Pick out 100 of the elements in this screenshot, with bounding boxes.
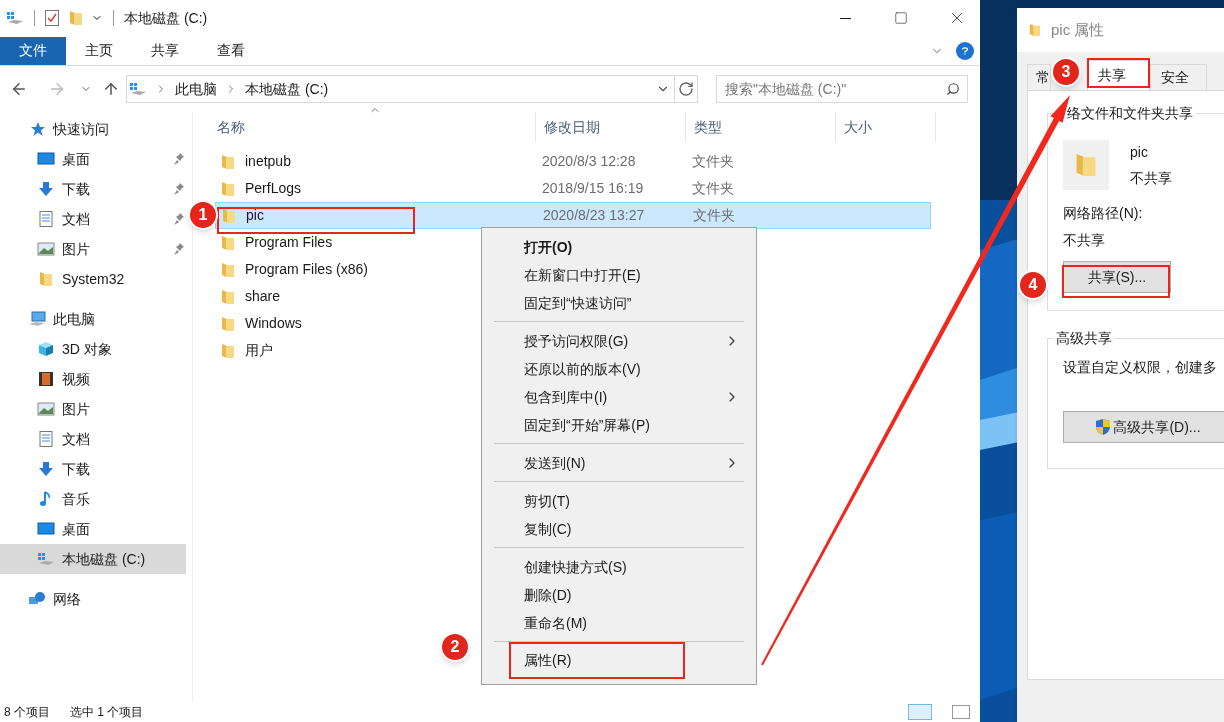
file-type: 文件夹 <box>691 152 735 171</box>
drive-icon <box>129 81 147 97</box>
shield-icon <box>1095 418 1112 436</box>
pin-icon <box>174 243 184 255</box>
folder-icon <box>221 153 235 170</box>
file-row[interactable]: pic 2020/8/23 13:27 文件夹 <box>215 202 931 229</box>
dialog-tab[interactable]: 常 <box>1027 64 1051 90</box>
share-button[interactable]: 共享(S)... <box>1063 261 1171 293</box>
sidebar-item[interactable]: 3D 对象 <box>0 334 186 364</box>
ribbon-tab[interactable]: 共享 <box>132 36 198 65</box>
file-name: Program Files <box>245 233 333 252</box>
sidebar-item[interactable]: 此电脑 <box>0 304 186 334</box>
menu-item[interactable]: 发送到(N) <box>494 449 744 477</box>
column-header[interactable]: 名称 <box>217 116 245 138</box>
folder-icon <box>221 234 235 251</box>
ribbon-tab[interactable]: 文件 <box>0 36 66 65</box>
column-header[interactable]: 修改日期 <box>544 116 600 138</box>
monitor-icon <box>37 151 55 167</box>
film-icon <box>37 371 55 387</box>
advanced-sharing-text: 设置自定义权限，创建多 <box>1063 358 1218 377</box>
menu-item[interactable]: 剪切(T) <box>494 487 744 515</box>
file-name: inetpub <box>245 152 291 171</box>
drive-icon <box>6 10 24 26</box>
sidebar-item[interactable]: 视频 <box>0 364 186 394</box>
folder-icon <box>1029 22 1041 38</box>
details-view-icon[interactable] <box>908 704 932 720</box>
search-icon[interactable] <box>946 82 960 96</box>
sidebar-item[interactable]: 下载 <box>0 174 186 204</box>
menu-item[interactable]: 属性(R) <box>494 642 744 679</box>
sidebar-item[interactable]: 网络 <box>0 584 186 614</box>
menu-item[interactable]: 在新窗口中打开(E) <box>494 261 744 289</box>
download-icon <box>37 461 55 477</box>
checklist-icon[interactable] <box>45 10 59 26</box>
document-icon <box>37 211 55 227</box>
breadcrumb[interactable]: 此电脑 <box>175 78 217 100</box>
folder-name: pic <box>1130 143 1149 162</box>
advanced-sharing-button[interactable]: 高级共享(D)... <box>1063 411 1224 443</box>
menu-item[interactable]: 包含到库中(I) <box>494 383 744 411</box>
menu-item[interactable]: 重命名(M) <box>494 609 744 637</box>
highlight-frame <box>1087 58 1150 88</box>
file-name: share <box>245 287 281 306</box>
tiles-view-icon[interactable] <box>952 705 970 719</box>
ribbon-tab[interactable]: 主页 <box>66 36 132 65</box>
breadcrumb[interactable]: 本地磁盘 (C:) <box>245 78 329 100</box>
dialog-tab[interactable]: 安全 <box>1150 64 1207 90</box>
help-icon[interactable] <box>956 41 974 60</box>
up-icon[interactable] <box>102 80 120 98</box>
status-text: 选中 1 个项目 <box>70 704 144 721</box>
file-name: Windows <box>245 314 302 333</box>
sidebar-item[interactable]: System32 <box>0 264 186 294</box>
menu-item[interactable]: 固定到“开始”屏幕(P) <box>494 411 744 439</box>
file-name: PerfLogs <box>245 179 302 198</box>
folder-icon <box>221 180 235 197</box>
sidebar-item[interactable]: 图片 <box>0 234 186 264</box>
sidebar-item[interactable]: 本地磁盘 (C:) <box>0 544 186 574</box>
menu-item[interactable]: 删除(D) <box>494 581 744 609</box>
group-title: 络文件和文件夹共享 <box>1064 103 1196 124</box>
menu-item[interactable]: 授予访问权限(G) <box>494 327 744 355</box>
file-row[interactable]: PerfLogs 2018/9/15 16:19 文件夹 <box>215 175 931 202</box>
forward-icon[interactable] <box>48 80 66 98</box>
folder-icon <box>221 342 235 359</box>
column-header[interactable]: 类型 <box>694 116 722 138</box>
menu-item[interactable]: 创建快捷方式(S) <box>494 553 744 581</box>
ribbon-tab[interactable]: 查看 <box>198 36 264 65</box>
sidebar-item[interactable]: 文档 <box>0 204 186 234</box>
refresh-icon[interactable] <box>678 81 694 97</box>
menu-item[interactable]: 复制(C) <box>494 515 744 543</box>
file-type: 文件夹 <box>691 179 735 198</box>
address-bar[interactable]: 此电脑 本地磁盘 (C:) <box>126 75 698 103</box>
minimize-icon <box>839 17 851 19</box>
sidebar-item[interactable]: 快速访问 <box>0 114 186 144</box>
sidebar-item[interactable]: 桌面 <box>0 514 186 544</box>
sidebar-item[interactable]: 下载 <box>0 454 186 484</box>
sidebar-item[interactable]: 音乐 <box>0 484 186 514</box>
menu-item[interactable]: 打开(O) <box>494 233 744 261</box>
column-header[interactable]: 大小 <box>844 116 872 138</box>
drive-icon <box>37 551 55 567</box>
monitor-icon <box>37 521 55 537</box>
network-icon <box>28 591 46 607</box>
document-icon <box>37 431 55 447</box>
pin-icon <box>174 183 184 195</box>
menu-item[interactable]: 还原以前的版本(V) <box>494 355 744 383</box>
cube-icon <box>37 341 55 357</box>
folder-icon <box>221 315 235 332</box>
search-field[interactable]: 搜索"本地磁盘 (C:)" <box>716 75 968 103</box>
download-icon <box>37 181 55 197</box>
file-row[interactable]: inetpub 2020/8/3 12:28 文件夹 <box>215 148 931 175</box>
file-name: Program Files (x86) <box>245 260 368 279</box>
share-status: 不共享 <box>1130 169 1172 188</box>
sidebar-item[interactable]: 图片 <box>0 394 186 424</box>
pin-icon <box>174 213 184 225</box>
file-type: 文件夹 <box>692 206 736 225</box>
network-path: 不共享 <box>1063 231 1106 250</box>
folder-icon <box>221 288 235 305</box>
file-name: pic <box>246 206 264 225</box>
menu-item[interactable]: 固定到“快速访问” <box>494 289 744 317</box>
sidebar-item[interactable]: 文档 <box>0 424 186 454</box>
back-icon[interactable] <box>10 80 28 98</box>
sidebar-item[interactable]: 桌面 <box>0 144 186 174</box>
group-title: 高级共享 <box>1053 328 1115 349</box>
